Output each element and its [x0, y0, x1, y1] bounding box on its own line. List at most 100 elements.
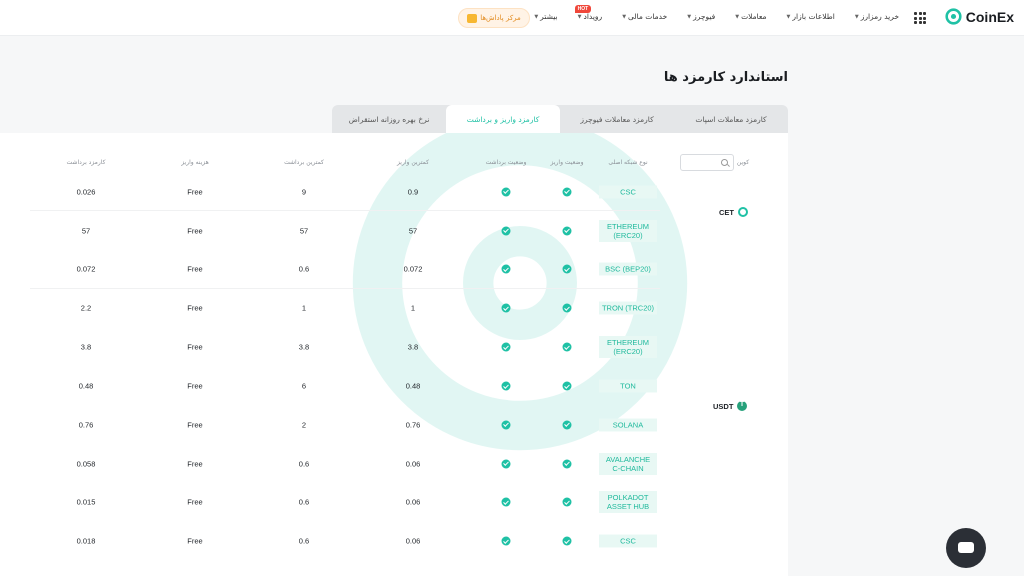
top-navigation-bar: CoinEx ▼ خرید رمزارز ▼ اطلاعات بازار ▼ معاملا… — [0, 0, 1024, 36]
header-coin: کوین — [736, 159, 750, 166]
min-deposit-value: 57 — [408, 226, 418, 236]
support-chat-button[interactable] — [946, 528, 986, 568]
min-withdraw-value: 1 — [301, 303, 307, 313]
min-deposit-value: 0.9 — [407, 187, 419, 196]
header-min-deposit: کمترین واریز — [396, 159, 430, 166]
withdraw-status-check-icon — [501, 226, 511, 236]
network-badge: CSC — [599, 185, 657, 198]
withdraw-fee-value: 0.018 — [76, 536, 96, 546]
fee-table-card: کوین نوع شبکه اصلی وضعیت واریز وضعیت برد… — [0, 133, 788, 576]
header-withdraw-fee: کارمزد برداشت — [66, 159, 106, 166]
network-badge: AVALANCHE C-CHAIN — [599, 452, 657, 475]
chevron-down-icon: ▼ — [854, 13, 859, 20]
nav-item[interactable]: ▼ فیوچرز — [687, 12, 715, 21]
header-min-withdraw: کمترین برداشت — [284, 159, 324, 166]
deposit-fee-value: Free — [187, 381, 203, 391]
tab-fee[interactable]: نرخ بهره روزانه استقراض — [332, 105, 446, 133]
coinex-logo[interactable]: CoinEx — [945, 8, 1014, 25]
withdraw-status-check-icon — [501, 187, 511, 196]
deposit-status-check-icon — [562, 342, 572, 352]
rewards-center-button[interactable]: مرکز پاداش‌ها — [458, 8, 530, 28]
main-menu: ▼ خرید رمزارز ▼ اطلاعات بازار ▼ معاملات ▼ فیوچر… — [534, 5, 899, 21]
deposit-fee-value: Free — [187, 459, 203, 469]
min-deposit-value: 1 — [410, 303, 416, 313]
table-row: ETHEREUM (ERC20) 3.8 3.8 Free 3.8 — [30, 328, 660, 366]
min-withdraw-value: 0.6 — [298, 459, 310, 469]
usdt-coin-icon — [737, 401, 748, 411]
chevron-down-icon: ▼ — [622, 13, 627, 20]
withdraw-fee-value: 0.015 — [76, 497, 96, 507]
withdraw-fee-value: 0.058 — [76, 459, 96, 469]
min-withdraw-value: 0.6 — [298, 264, 310, 274]
deposit-fee-value: Free — [187, 536, 203, 546]
coin-name: USDT — [713, 401, 734, 411]
deposit-status-check-icon — [562, 187, 572, 196]
network-badge: SOLANA — [599, 418, 657, 432]
withdraw-status-check-icon — [501, 264, 511, 274]
deposit-fee-value: Free — [187, 420, 203, 430]
nav-item-label: خرید رمزارز — [860, 12, 899, 21]
chevron-down-icon: ▼ — [687, 13, 692, 20]
min-deposit-value: 0.06 — [405, 459, 421, 469]
header-deposit-status: وضعیت واریز — [550, 159, 584, 166]
fee-tabs: کارمزد معاملات اسپات کارمزد معاملات فیوچر… — [332, 105, 788, 133]
withdraw-status-check-icon — [501, 459, 511, 469]
min-deposit-value: 0.072 — [403, 264, 423, 274]
header-network: نوع شبکه اصلی — [608, 159, 648, 166]
coin-search-input[interactable] — [680, 154, 734, 171]
withdraw-status-check-icon — [501, 497, 511, 507]
deposit-status-check-icon — [562, 381, 572, 391]
min-withdraw-value: 3.8 — [298, 342, 310, 352]
withdraw-status-check-icon — [501, 342, 511, 352]
apps-grid-icon[interactable] — [914, 12, 926, 24]
table-row: SOLANA 0.76 2 Free 0.76 — [30, 406, 660, 444]
min-deposit-value: 3.8 — [407, 342, 419, 352]
withdraw-status-check-icon — [501, 420, 511, 430]
min-withdraw-value: 6 — [301, 381, 307, 391]
deposit-fee-value: Free — [187, 497, 203, 507]
min-deposit-value: 0.76 — [405, 420, 421, 430]
hot-badge: HOT — [574, 5, 592, 13]
deposit-fee-value: Free — [187, 342, 203, 352]
min-withdraw-value: 0.6 — [298, 497, 310, 507]
withdraw-status-check-icon — [501, 303, 511, 313]
nav-item-label: خدمات مالی — [628, 12, 668, 21]
header-withdraw-status: وضعیت برداشت — [485, 159, 527, 166]
table-row: POLKADOT ASSET HUB 0.06 0.6 Free 0.015 — [30, 483, 660, 521]
nav-item[interactable]: ▼ رویداد HOT — [574, 5, 603, 21]
network-badge: BSC (BEP20) — [599, 262, 657, 276]
nav-item[interactable]: ▼ خدمات مالی — [622, 12, 667, 21]
tab-fee[interactable]: کارمزد واریز و برداشت — [446, 105, 560, 133]
nav-item[interactable]: ▼ معاملات — [735, 12, 766, 21]
nav-item[interactable]: ▼ خرید رمزارز — [855, 12, 899, 21]
network-badge: TON — [599, 379, 657, 393]
table-row: CSC 0.9 9 Free 0.026 — [30, 173, 660, 211]
nav-item[interactable]: ▼ اطلاعات بازار — [787, 12, 835, 21]
deposit-status-check-icon — [562, 226, 572, 236]
withdraw-fee-value: 0.072 — [76, 264, 96, 274]
cet-coin-icon — [738, 207, 748, 217]
tab-fee[interactable]: کارمزد معاملات فیوچرز — [560, 105, 674, 133]
deposit-fee-value: Free — [187, 264, 203, 274]
deposit-status-check-icon — [562, 497, 572, 507]
network-badge: POLKADOT ASSET HUB — [599, 491, 657, 514]
withdraw-status-check-icon — [501, 536, 511, 546]
coin-name: CET — [719, 207, 734, 217]
withdraw-status-check-icon — [501, 381, 511, 391]
rewards-label: مرکز پاداش‌ها — [480, 14, 521, 22]
nav-item[interactable]: ▼ بیشتر — [534, 12, 557, 21]
min-withdraw-value: 57 — [299, 226, 309, 236]
deposit-status-check-icon — [562, 264, 572, 274]
min-withdraw-value: 9 — [301, 187, 307, 196]
nav-item-label: بیشتر — [540, 12, 558, 21]
table-row: AVALANCHE C-CHAIN 0.06 0.6 Free 0.058 — [30, 445, 660, 483]
min-withdraw-value: 0.6 — [298, 536, 310, 546]
table-row: TRON (TRC20) 1 1 Free 2.2 — [30, 289, 660, 327]
deposit-status-check-icon — [562, 536, 572, 546]
network-badge: ETHEREUM (ERC20) — [599, 336, 657, 359]
tab-fee[interactable]: کارمزد معاملات اسپات — [674, 105, 788, 133]
min-deposit-value: 0.06 — [405, 536, 421, 546]
nav-item-label: رویداد — [583, 12, 603, 21]
deposit-fee-value: Free — [187, 303, 203, 313]
min-deposit-value: 0.06 — [405, 497, 421, 507]
